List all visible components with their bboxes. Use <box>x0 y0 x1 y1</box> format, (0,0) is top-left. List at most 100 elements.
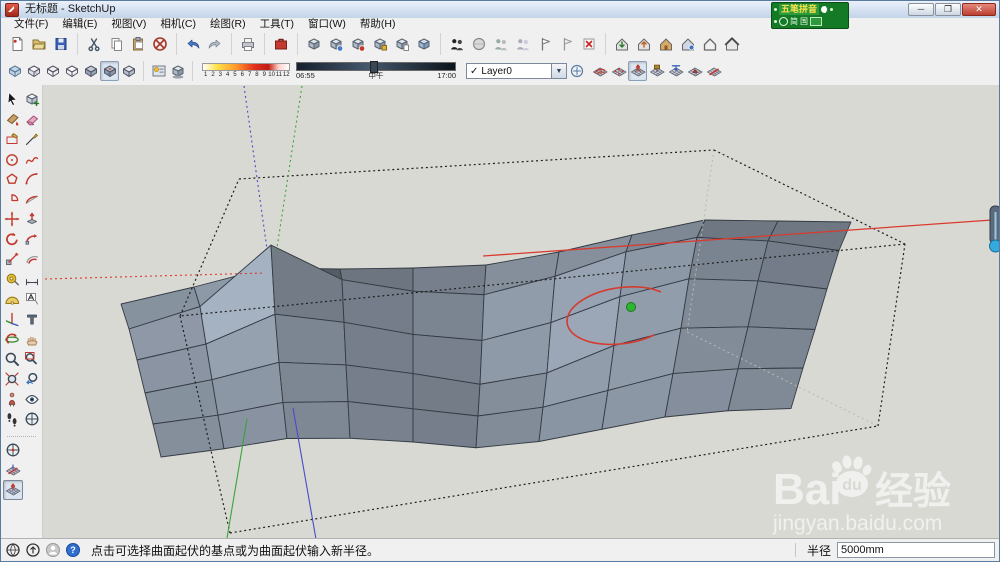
from-contours-button[interactable] <box>590 61 609 81</box>
time-slider-thumb[interactable] <box>369 61 378 73</box>
select-button[interactable] <box>2 89 22 109</box>
shadow-settings-button[interactable] <box>149 61 168 81</box>
rotate-button[interactable] <box>2 229 22 249</box>
navigation-button[interactable] <box>22 409 42 429</box>
smoove-button[interactable] <box>628 61 647 81</box>
model-info-button[interactable] <box>270 33 292 55</box>
layer-manager-button[interactable] <box>567 61 586 81</box>
geolocation-icon[interactable] <box>5 542 21 558</box>
time-bar[interactable] <box>296 61 456 73</box>
print-button[interactable] <box>237 33 259 55</box>
flag-a-button[interactable] <box>534 33 556 55</box>
open-button[interactable] <box>28 33 50 55</box>
smoove-center-point[interactable] <box>626 302 636 312</box>
menu-item-3[interactable]: 相机(C) <box>153 18 203 31</box>
eraser-button[interactable] <box>22 109 42 129</box>
arc-tool-button[interactable] <box>22 169 42 189</box>
house-roof-button[interactable] <box>721 33 743 55</box>
menu-item-5[interactable]: 工具(T) <box>253 18 301 31</box>
scale-button[interactable] <box>2 249 22 269</box>
section-plane-button[interactable] <box>3 440 23 460</box>
freehand-button[interactable] <box>22 149 42 169</box>
ime-keyboard-icon[interactable] <box>810 16 822 26</box>
ime-panel[interactable]: 五笔拼音 简 国 <box>771 2 849 29</box>
paste-button[interactable] <box>127 33 149 55</box>
layer-select[interactable]: ✓ Layer0 <box>466 63 552 79</box>
add-detail-button[interactable] <box>685 61 704 81</box>
ime-search-icon[interactable] <box>779 16 788 26</box>
component-button[interactable] <box>325 33 347 55</box>
new-button[interactable] <box>6 33 28 55</box>
xray-button[interactable] <box>5 61 24 81</box>
house-outline-button[interactable] <box>699 33 721 55</box>
sphere-style-button[interactable] <box>468 33 490 55</box>
paint-button[interactable] <box>2 109 22 129</box>
people-a-button[interactable] <box>490 33 512 55</box>
measure-widget[interactable] <box>989 205 1000 253</box>
menu-item-4[interactable]: 绘图(R) <box>203 18 253 31</box>
shaded-textures-button[interactable] <box>100 61 119 81</box>
save-button[interactable] <box>50 33 72 55</box>
outliner-button[interactable] <box>446 33 468 55</box>
zoom-extents-button[interactable] <box>2 369 22 389</box>
shaded-button[interactable] <box>81 61 100 81</box>
layer-dropdown-arrow[interactable]: ▼ <box>552 63 567 79</box>
ime-mode-label[interactable]: 五笔拼音 <box>779 3 820 15</box>
shadow-time-slider[interactable]: 06:55 中午 17:00 <box>296 61 456 80</box>
wireframe-button[interactable] <box>43 61 62 81</box>
menu-item-2[interactable]: 视图(V) <box>104 18 153 31</box>
from-scratch-button[interactable] <box>609 61 628 81</box>
drape-button[interactable] <box>666 61 685 81</box>
paste-in-place-button[interactable] <box>391 33 413 55</box>
ime-lang-label[interactable]: 国 <box>800 16 808 27</box>
delete-button[interactable] <box>149 33 171 55</box>
date-gradient-bar[interactable] <box>202 63 290 71</box>
scene-canvas[interactable]: Bai du 经验 jingyan.baidu.com <box>43 85 999 538</box>
tape-measure-button[interactable] <box>2 269 22 289</box>
undo-button[interactable] <box>182 33 204 55</box>
flag-b-button[interactable] <box>556 33 578 55</box>
restore-button[interactable]: ❐ <box>935 3 961 16</box>
dimension-button[interactable] <box>22 269 42 289</box>
menu-item-6[interactable]: 窗口(W) <box>301 18 353 31</box>
menu-item-7[interactable]: 帮助(H) <box>353 18 403 31</box>
pie-button[interactable] <box>2 189 22 209</box>
pan-button[interactable] <box>22 329 42 349</box>
monochrome-button[interactable] <box>119 61 138 81</box>
lock-component-button[interactable] <box>369 33 391 55</box>
position-camera-button[interactable] <box>2 389 22 409</box>
shadow-toggle-button[interactable] <box>168 61 187 81</box>
ime-hand-icon[interactable] <box>774 19 777 23</box>
rect-tool-button[interactable] <box>2 129 22 149</box>
polygon-button[interactable] <box>2 169 22 189</box>
shadow-date-slider[interactable]: 1 2 3 4 5 6 7 8 9 10 11 12 <box>202 63 290 79</box>
back-edges-button[interactable] <box>24 61 43 81</box>
people-b-button[interactable] <box>512 33 534 55</box>
follow-me-button[interactable] <box>22 229 42 249</box>
cut-button[interactable] <box>83 33 105 55</box>
orbit-button[interactable] <box>2 329 22 349</box>
minimize-button[interactable]: ─ <box>908 3 934 16</box>
hidden-line-button[interactable] <box>62 61 81 81</box>
close-group-button[interactable] <box>578 33 600 55</box>
copy-button[interactable] <box>105 33 127 55</box>
ime-fullhalf-icon[interactable] <box>821 5 829 13</box>
drawing-viewport[interactable]: Bai du 经验 jingyan.baidu.com <box>43 85 999 538</box>
share-model-button[interactable] <box>677 33 699 55</box>
home-button[interactable] <box>655 33 677 55</box>
sandbox-smoove-button[interactable] <box>3 480 23 500</box>
title-bar[interactable]: 无标题 - SketchUp ─ ❐ ✕ <box>1 1 999 19</box>
menu-item-1[interactable]: 编辑(E) <box>55 18 104 31</box>
walk-button[interactable] <box>2 409 22 429</box>
text-tool-button[interactable] <box>22 289 42 309</box>
close-button[interactable]: ✕ <box>962 3 996 16</box>
radius-input[interactable] <box>837 542 995 558</box>
text-3d-button[interactable] <box>22 309 42 329</box>
help-icon[interactable]: ? <box>65 542 81 558</box>
get-models-button[interactable] <box>611 33 633 55</box>
protractor-button[interactable] <box>2 289 22 309</box>
arc2-button[interactable] <box>22 189 42 209</box>
stamp-button[interactable] <box>647 61 666 81</box>
move-button[interactable] <box>2 209 22 229</box>
flip-edge-button[interactable] <box>704 61 723 81</box>
